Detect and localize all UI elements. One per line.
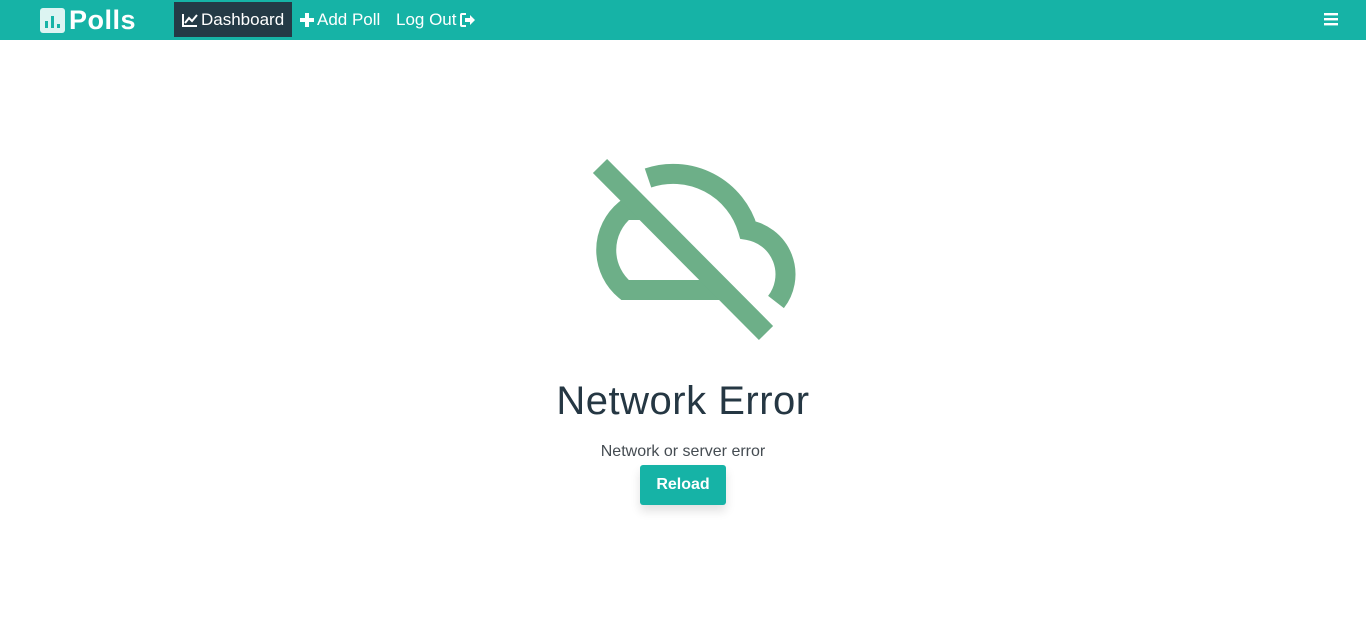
- nav-add-poll-label: Add Poll: [317, 9, 381, 29]
- nav-log-out[interactable]: Log Out: [396, 2, 476, 37]
- navbar: Polls Dashboard Add Poll Log Out: [0, 0, 1366, 40]
- main-content: Network Error Network or server error Re…: [0, 40, 1366, 625]
- nav-log-out-label: Log Out: [396, 9, 457, 29]
- nav-dashboard-label: Dashboard: [201, 9, 285, 29]
- bar-chart-icon: [40, 7, 65, 33]
- nav-add-poll[interactable]: Add Poll: [300, 2, 380, 37]
- plus-icon: [300, 12, 314, 27]
- brand-name: Polls: [69, 5, 137, 35]
- cloud-off-icon: [592, 158, 796, 341]
- sign-out-icon: [459, 12, 475, 27]
- brand-link[interactable]: Polls: [40, 5, 136, 35]
- line-chart-icon: [182, 13, 198, 27]
- error-message: Network or server error: [600, 443, 766, 460]
- nav-dashboard[interactable]: Dashboard: [174, 2, 293, 37]
- error-title: Network Error: [556, 379, 810, 423]
- reload-button[interactable]: Reload: [640, 465, 726, 505]
- hamburger-icon[interactable]: [1323, 11, 1339, 27]
